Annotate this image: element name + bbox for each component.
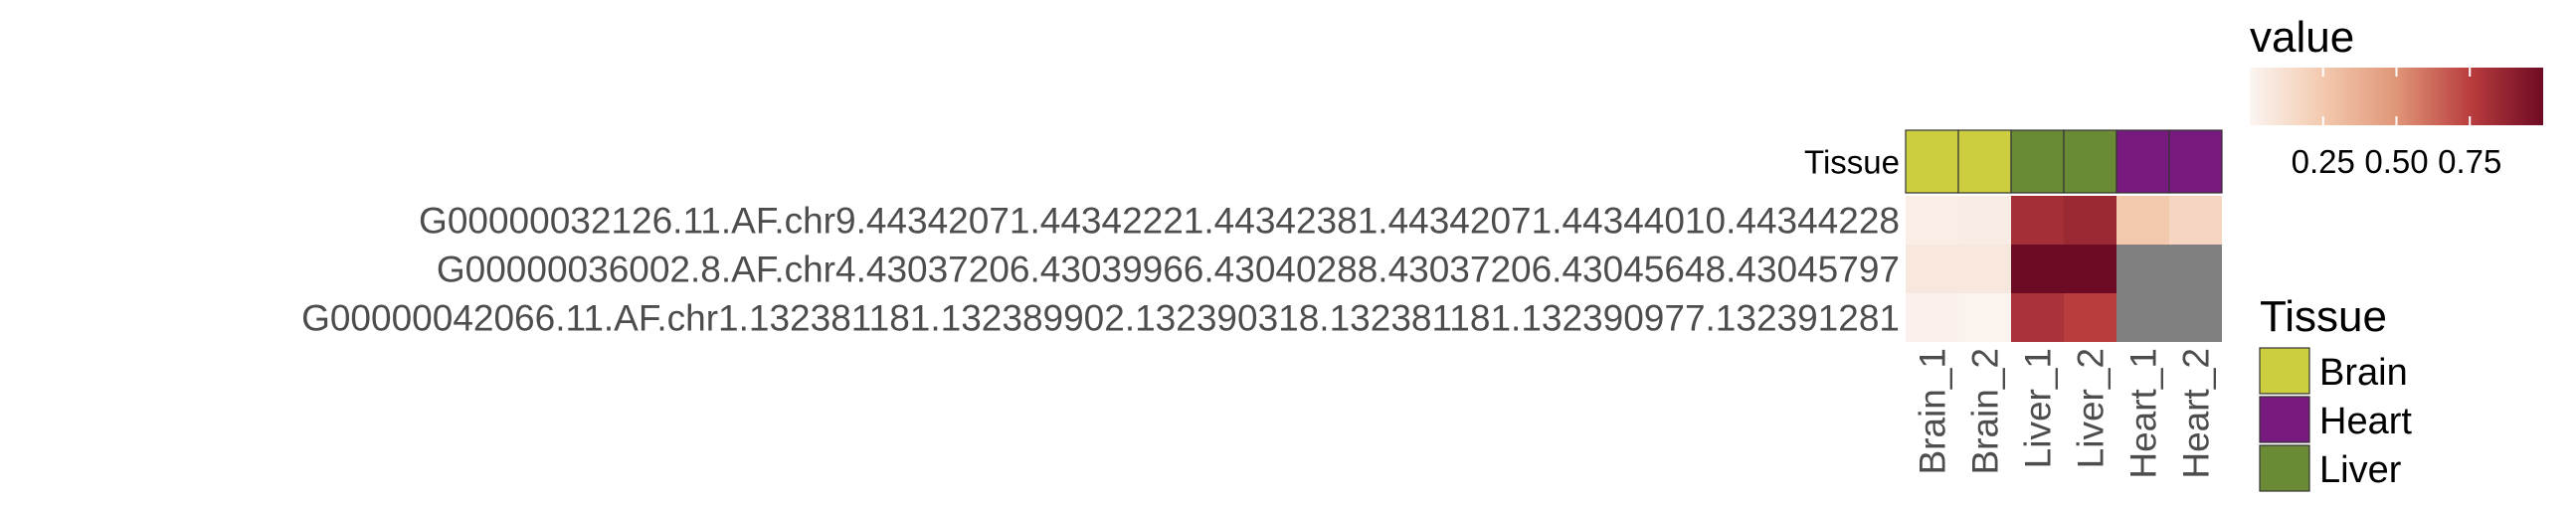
- annotation-cell-brain: [1957, 129, 2012, 194]
- legend-label-heart: Heart: [2319, 401, 2412, 442]
- heatmap-cells: [1906, 196, 2222, 342]
- column-label: Brain_1: [1913, 348, 1953, 475]
- column-label: Liver_2: [2071, 348, 2112, 468]
- heatmap-cell: [2064, 293, 2116, 342]
- column-label: Brain_2: [1965, 348, 2006, 475]
- heatmap-cell: [2116, 293, 2169, 342]
- annotation-cell-heart: [2116, 129, 2170, 194]
- annotation-cell-liver: [2063, 129, 2117, 194]
- tissue-legend-title: Tissue: [2260, 292, 2387, 341]
- tissue-legend: Tissue Brain Heart Liver: [2259, 292, 2412, 492]
- column-label: Liver_1: [2018, 348, 2059, 468]
- heatmap-cell: [2169, 293, 2222, 342]
- column-labels: Brain_1 Brain_2 Liver_1 Liver_2 Heart_1 Heart…: [1913, 348, 2217, 479]
- heatmap-cell: [2011, 293, 2064, 342]
- legend-label-liver: Liver: [2319, 449, 2402, 491]
- heatmap-cell: [2116, 196, 2169, 245]
- row-labels: G00000032126.11.AF.chr9.44342071.4434222…: [301, 201, 1900, 339]
- annotation-cell-brain: [1905, 129, 1959, 194]
- heatmap-cell: [1958, 245, 2011, 293]
- tissue-annotation-bar: [1905, 129, 2223, 194]
- heatmap-cell: [2011, 245, 2064, 293]
- tissue-annotation-title: Tissue: [1804, 144, 1900, 181]
- heatmap-cell: [1906, 196, 1958, 245]
- heatmap-cell: [2169, 245, 2222, 293]
- legend-label-brain: Brain: [2319, 352, 2408, 394]
- heatmap-cell: [2116, 245, 2169, 293]
- value-colorbar-legend: value 0.25 0.50 0.75: [2250, 13, 2543, 180]
- heatmap-cell: [1906, 293, 1958, 342]
- row-label: G00000036002.8.AF.chr4.43037206.43039966…: [437, 250, 1900, 290]
- legend-swatch-liver: [2259, 444, 2310, 492]
- column-label: Heart_2: [2176, 348, 2217, 479]
- row-label: G00000042066.11.AF.chr1.132381181.132389…: [301, 298, 1900, 339]
- heatmap-cell: [2064, 245, 2116, 293]
- colorbar-tick-label: 0.75: [2438, 143, 2501, 180]
- heatmap-cell: [1958, 196, 2011, 245]
- heatmap-cell: [2064, 196, 2116, 245]
- legend-swatch-heart: [2259, 396, 2310, 443]
- annotation-cell-heart: [2168, 129, 2223, 194]
- heatmap-cell: [1958, 293, 2011, 342]
- colorbar-tick-label: 0.25: [2292, 143, 2355, 180]
- heatmap-cell: [1906, 245, 1958, 293]
- colorbar-tick-label: 0.50: [2364, 143, 2428, 180]
- row-label: G00000032126.11.AF.chr9.44342071.4434222…: [419, 201, 1900, 242]
- annotation-cell-liver: [2010, 129, 2065, 194]
- heatmap-cell: [2011, 196, 2064, 245]
- heatmap-chart: Tissue G00000032126.11.AF.chr9.44342071.…: [301, 13, 2543, 492]
- legend-swatch-brain: [2259, 347, 2310, 395]
- column-label: Heart_1: [2123, 348, 2164, 479]
- value-legend-title: value: [2250, 13, 2354, 62]
- heatmap-cell: [2169, 196, 2222, 245]
